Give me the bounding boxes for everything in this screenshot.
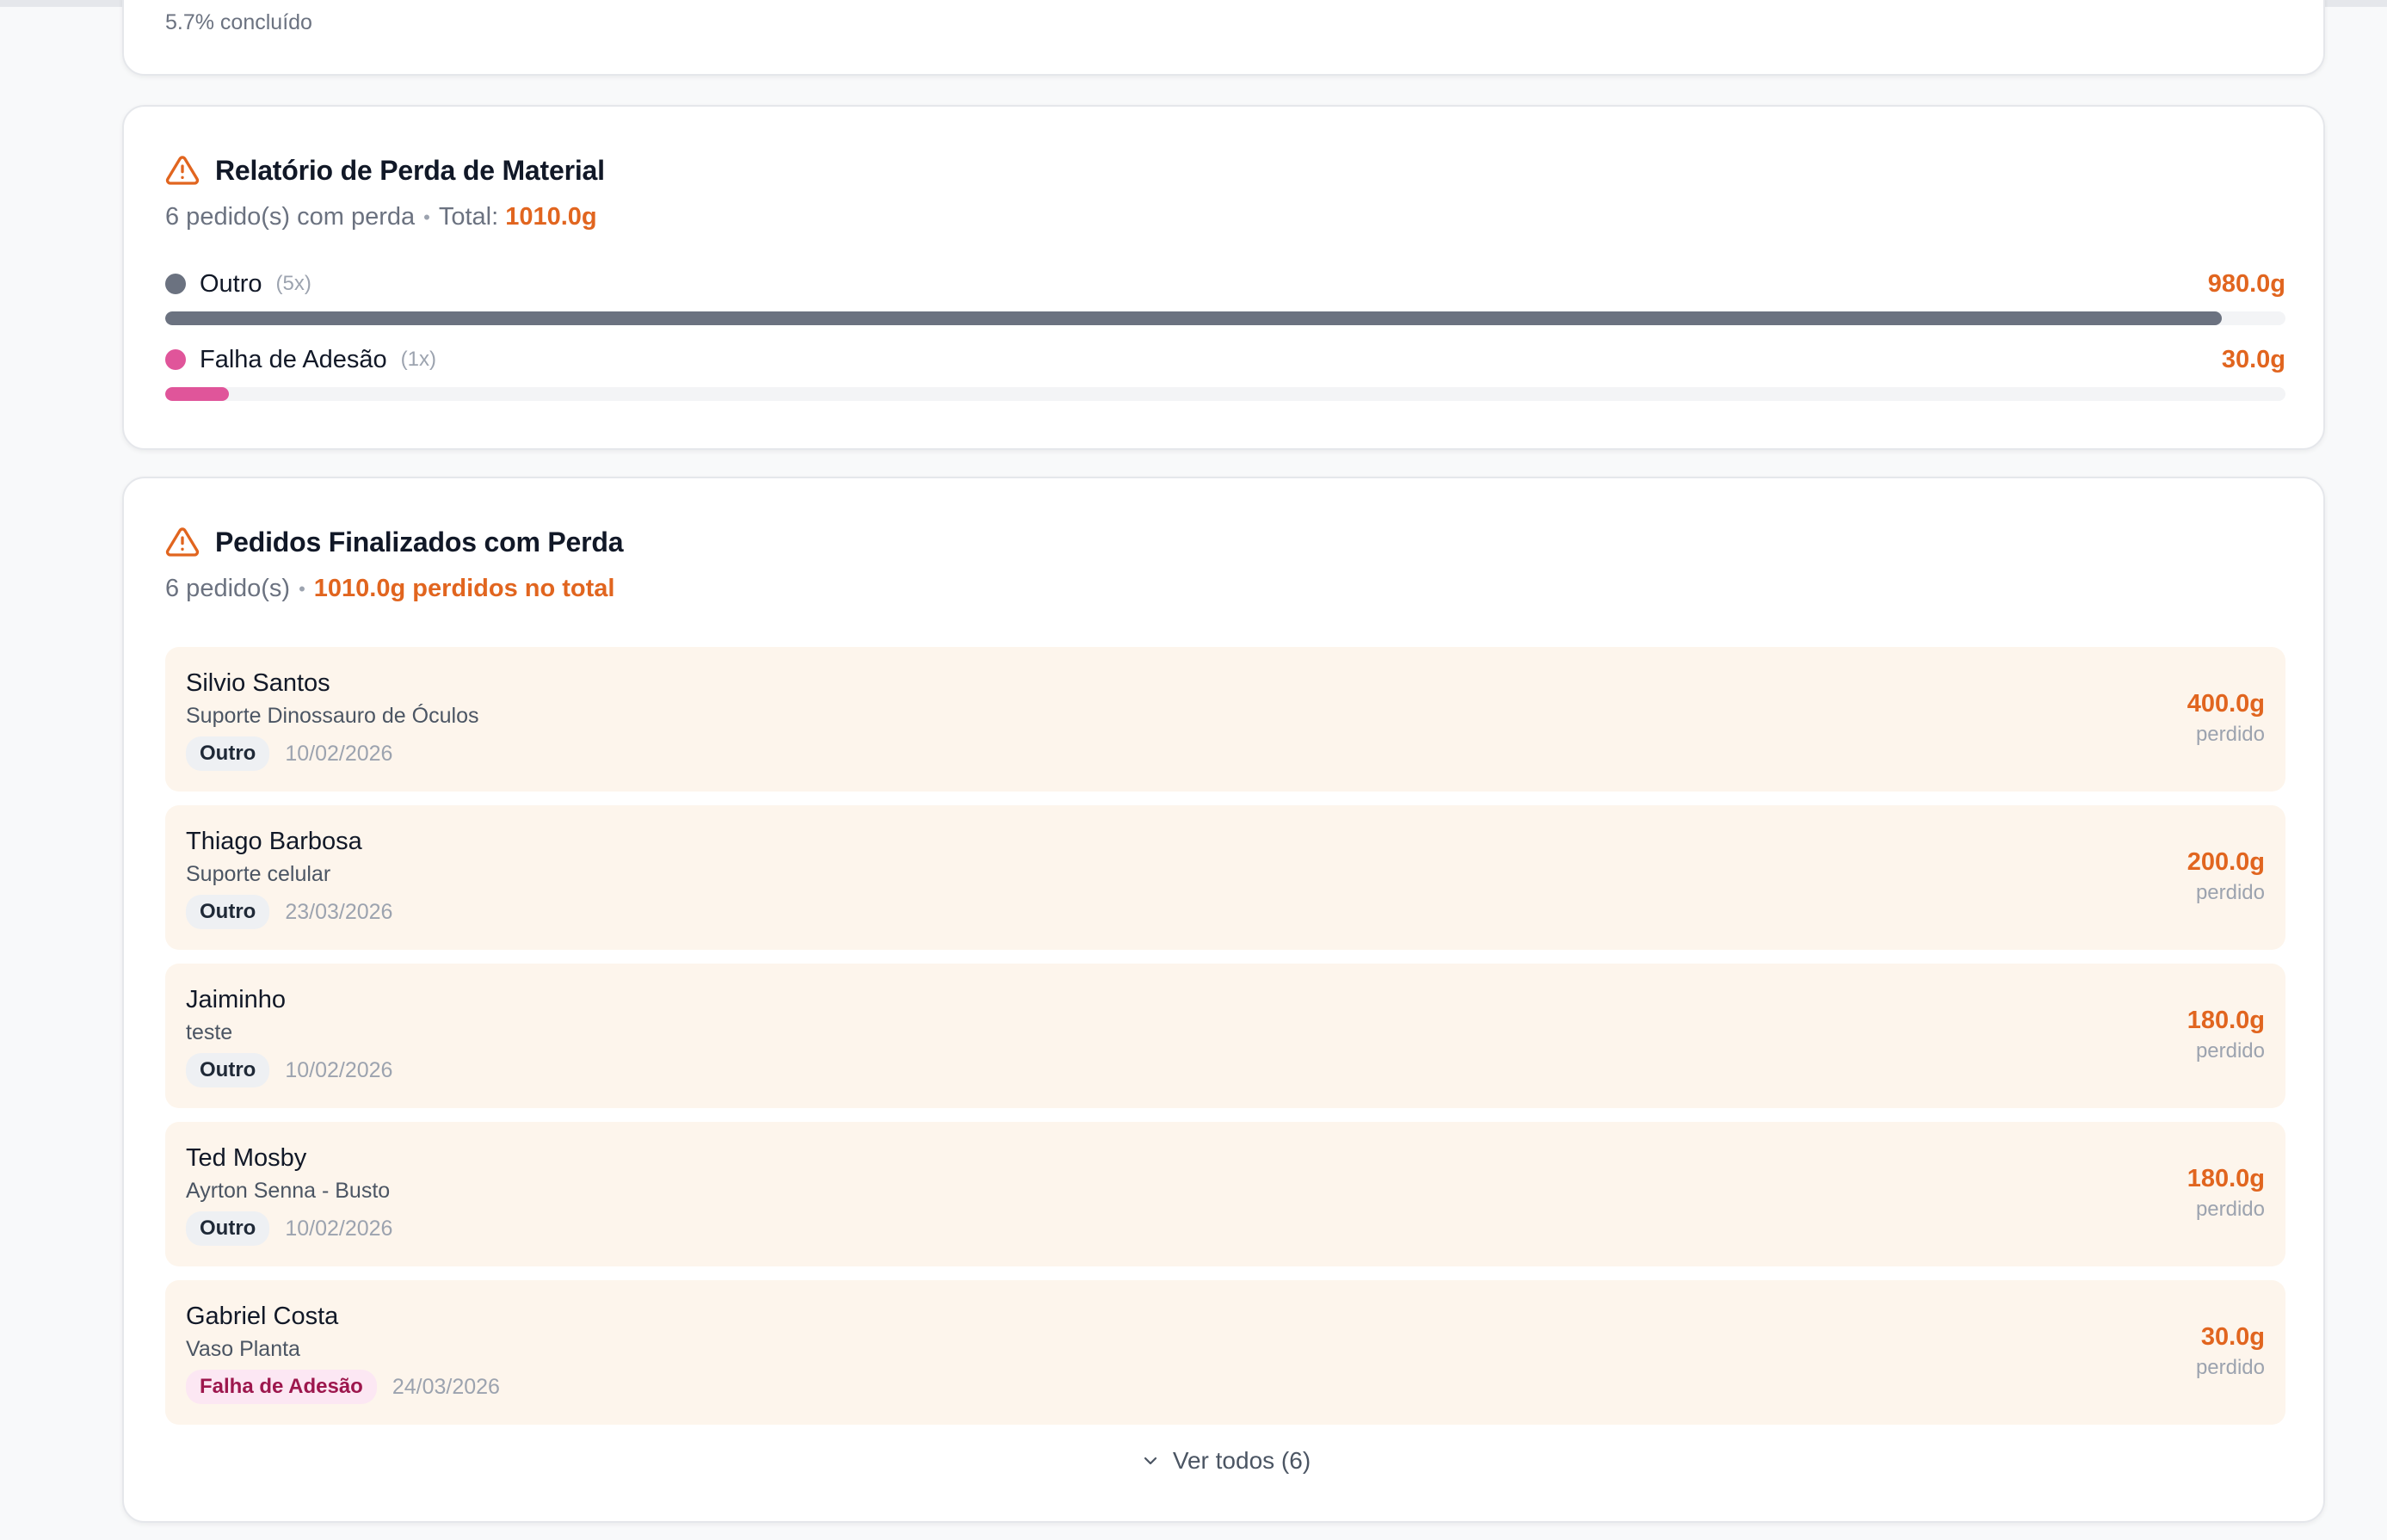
reason-badge: Outro bbox=[186, 1211, 270, 1246]
progress-text: 5.7% concluído bbox=[165, 10, 312, 34]
loss-count: (5x) bbox=[275, 272, 311, 295]
loss-row-adesao: Falha de Adesão (1x) 30.0g bbox=[165, 342, 2285, 401]
order-product: Vaso Planta bbox=[186, 1337, 300, 1361]
loss-report-card: Relatório de Perda de Material 6 pedido(… bbox=[122, 105, 2325, 450]
loss-report-count: 6 pedido(s) com perda bbox=[165, 203, 416, 231]
order-customer: Ted Mosby bbox=[186, 1144, 307, 1172]
loss-bar-fill-outro bbox=[165, 311, 2223, 325]
loss-report-title: Relatório de Perda de Material bbox=[215, 154, 605, 186]
reason-badge: Outro bbox=[186, 1053, 270, 1087]
loss-amount: 30.0g bbox=[2221, 345, 2285, 373]
order-loss-amount: 30.0g bbox=[2200, 1323, 2265, 1351]
order-loss-amount: 180.0g bbox=[2187, 1007, 2265, 1034]
order-customer: Thiago Barbosa bbox=[186, 828, 362, 855]
order-customer: Jaiminho bbox=[186, 986, 287, 1013]
see-all-button[interactable]: Ver todos (6) bbox=[124, 1447, 2327, 1475]
loss-bar-track bbox=[165, 387, 2285, 401]
loss-report-summary: 6 pedido(s) com perda • Total: 1010.0g bbox=[165, 203, 597, 231]
order-loss-label: perdido bbox=[2195, 1198, 2265, 1221]
loss-bar-fill-adesao bbox=[165, 387, 229, 401]
list-item[interactable]: Thiago Barbosa Suporte celular Outro 23/… bbox=[165, 805, 2285, 950]
orders-count: 6 pedido(s) bbox=[165, 575, 291, 602]
order-date: 10/02/2026 bbox=[285, 1216, 393, 1241]
list-item[interactable]: Gabriel Costa Vaso Planta Falha de Adesã… bbox=[165, 1280, 2285, 1425]
loss-row-outro: Outro (5x) 980.0g bbox=[165, 267, 2285, 325]
order-date: 10/02/2026 bbox=[285, 1057, 393, 1082]
loss-name: Falha de Adesão bbox=[200, 345, 387, 373]
reason-badge: Outro bbox=[186, 736, 270, 771]
order-loss-amount: 200.0g bbox=[2187, 848, 2265, 876]
loss-amount: 980.0g bbox=[2207, 269, 2285, 298]
order-loss-label: perdido bbox=[2195, 881, 2265, 904]
loss-report-header: Relatório de Perda de Material bbox=[165, 153, 605, 188]
order-date: 10/02/2026 bbox=[285, 741, 393, 766]
order-loss-label: perdido bbox=[2195, 723, 2265, 746]
orders-header: Pedidos Finalizados com Perda bbox=[165, 525, 624, 559]
reason-badge: Outro bbox=[186, 895, 270, 929]
order-product: Suporte celular bbox=[186, 862, 331, 886]
loss-bar-track bbox=[165, 311, 2285, 325]
see-all-label: Ver todos (6) bbox=[1172, 1447, 1311, 1474]
reason-badge: Falha de Adesão bbox=[186, 1370, 377, 1404]
order-date: 23/03/2026 bbox=[285, 899, 393, 924]
separator-dot: • bbox=[423, 206, 430, 228]
order-loss-label: perdido bbox=[2195, 1039, 2265, 1063]
list-item[interactable]: Jaiminho teste Outro 10/02/2026 180.0g p… bbox=[165, 964, 2285, 1108]
loss-name: Outro bbox=[200, 269, 262, 298]
chevron-down-icon bbox=[1144, 1457, 1156, 1465]
warning-triangle-icon bbox=[165, 156, 200, 185]
separator-dot: • bbox=[299, 577, 305, 600]
order-loss-label: perdido bbox=[2195, 1356, 2265, 1379]
order-product: Ayrton Senna - Busto bbox=[186, 1179, 391, 1203]
legend-dot-outro bbox=[165, 274, 186, 294]
order-customer: Gabriel Costa bbox=[186, 1303, 339, 1330]
orders-title: Pedidos Finalizados com Perda bbox=[215, 526, 624, 557]
orders-with-loss-card: Pedidos Finalizados com Perda 6 pedido(s… bbox=[122, 477, 2325, 1523]
order-date: 24/03/2026 bbox=[392, 1374, 500, 1399]
warning-triangle-icon bbox=[165, 527, 200, 557]
order-list: Silvio Santos Suporte Dinossauro de Ócul… bbox=[165, 647, 2285, 1438]
order-loss-amount: 180.0g bbox=[2187, 1165, 2265, 1192]
orders-summary: 6 pedido(s) • 1010.0g perdidos no total bbox=[165, 575, 614, 603]
order-product: Suporte Dinossauro de Óculos bbox=[186, 704, 479, 728]
list-item[interactable]: Silvio Santos Suporte Dinossauro de Ócul… bbox=[165, 647, 2285, 792]
orders-total: 1010.0g perdidos no total bbox=[313, 575, 615, 602]
progress-card: 5.7% concluído bbox=[122, 0, 2325, 76]
loss-report-total-value: 1010.0g bbox=[505, 203, 597, 231]
order-customer: Silvio Santos bbox=[186, 669, 330, 697]
order-loss-amount: 400.0g bbox=[2187, 690, 2265, 718]
loss-report-total-label: Total: bbox=[438, 203, 499, 231]
loss-count: (1x) bbox=[400, 348, 437, 371]
list-item[interactable]: Ted Mosby Ayrton Senna - Busto Outro 10/… bbox=[165, 1122, 2285, 1266]
order-product: teste bbox=[186, 1020, 233, 1044]
legend-dot-adesao bbox=[165, 349, 186, 370]
